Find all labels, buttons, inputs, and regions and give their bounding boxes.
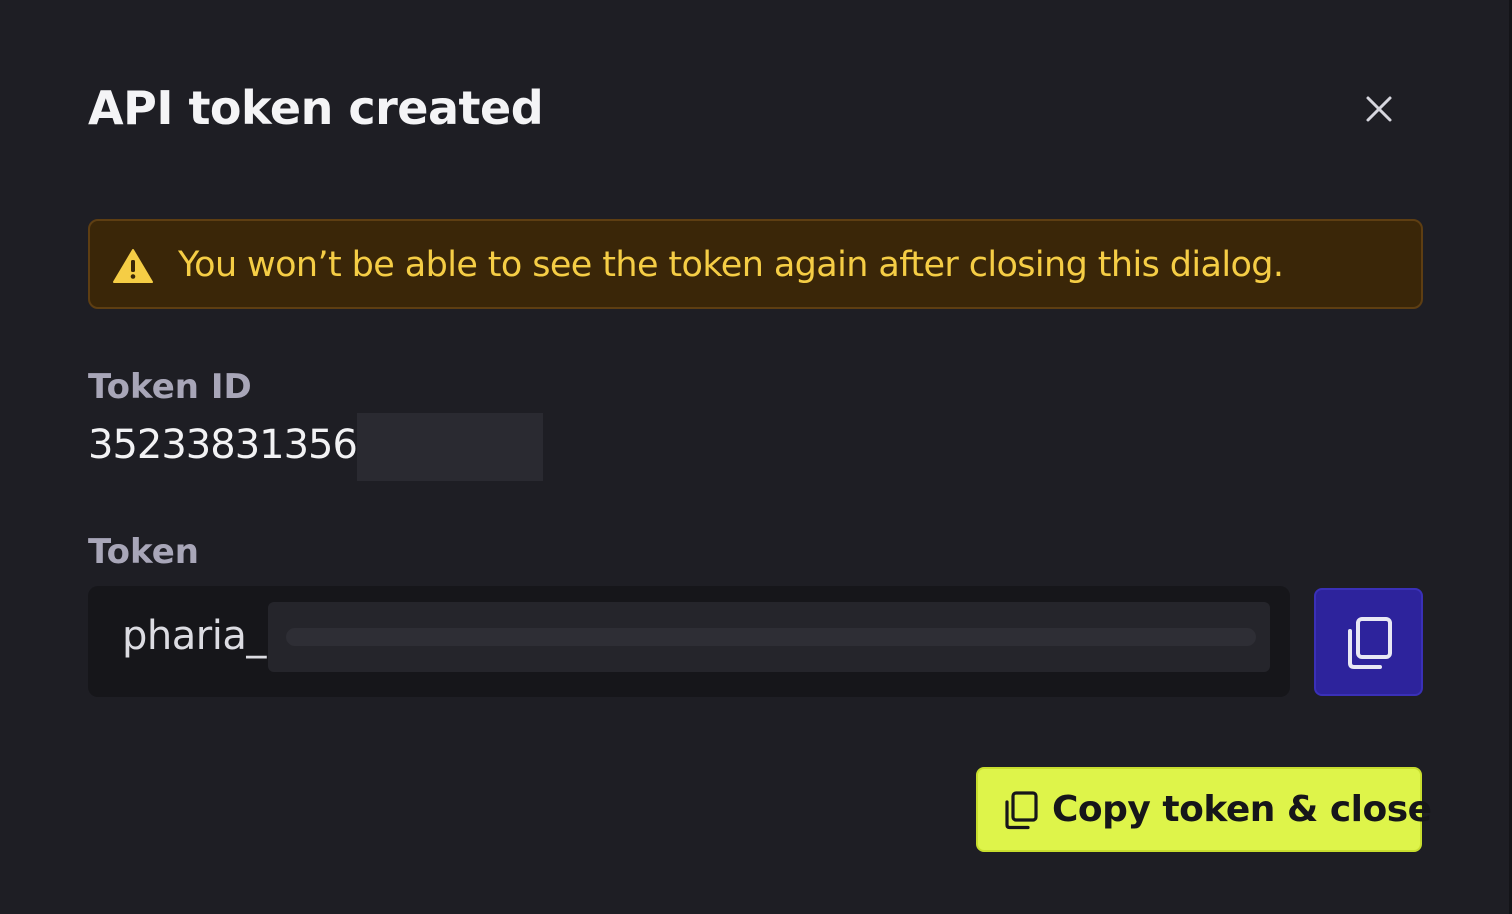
redacted-blur (268, 602, 1270, 672)
copy-icon (1000, 789, 1042, 831)
redacted-blur (356, 413, 543, 481)
copy-token-and-close-button[interactable]: Copy token & close (976, 767, 1432, 852)
token-id-value[interactable]: 35233831356 (88, 414, 358, 476)
redacted-blur-inner (286, 628, 1256, 646)
token-id-label: Token ID (88, 367, 252, 407)
warning-icon (112, 248, 154, 284)
copy-token-and-close-label: Copy token & close (1052, 789, 1432, 830)
copy-token-button[interactable] (1314, 588, 1423, 696)
close-icon (1366, 96, 1392, 122)
token-value: pharia_ (122, 613, 266, 659)
warning-banner: You won’t be able to see the token again… (88, 219, 1423, 309)
close-button[interactable] (1356, 86, 1402, 132)
api-token-dialog: API token created You won’t be able to s… (0, 0, 1512, 914)
token-label: Token (88, 532, 199, 572)
warning-text: You won’t be able to see the token again… (178, 245, 1284, 285)
copy-icon (1348, 617, 1392, 669)
dialog-title: API token created (88, 81, 544, 135)
token-id-value-row: 35233831356 (88, 413, 543, 482)
token-field[interactable]: pharia_ (88, 586, 1290, 697)
